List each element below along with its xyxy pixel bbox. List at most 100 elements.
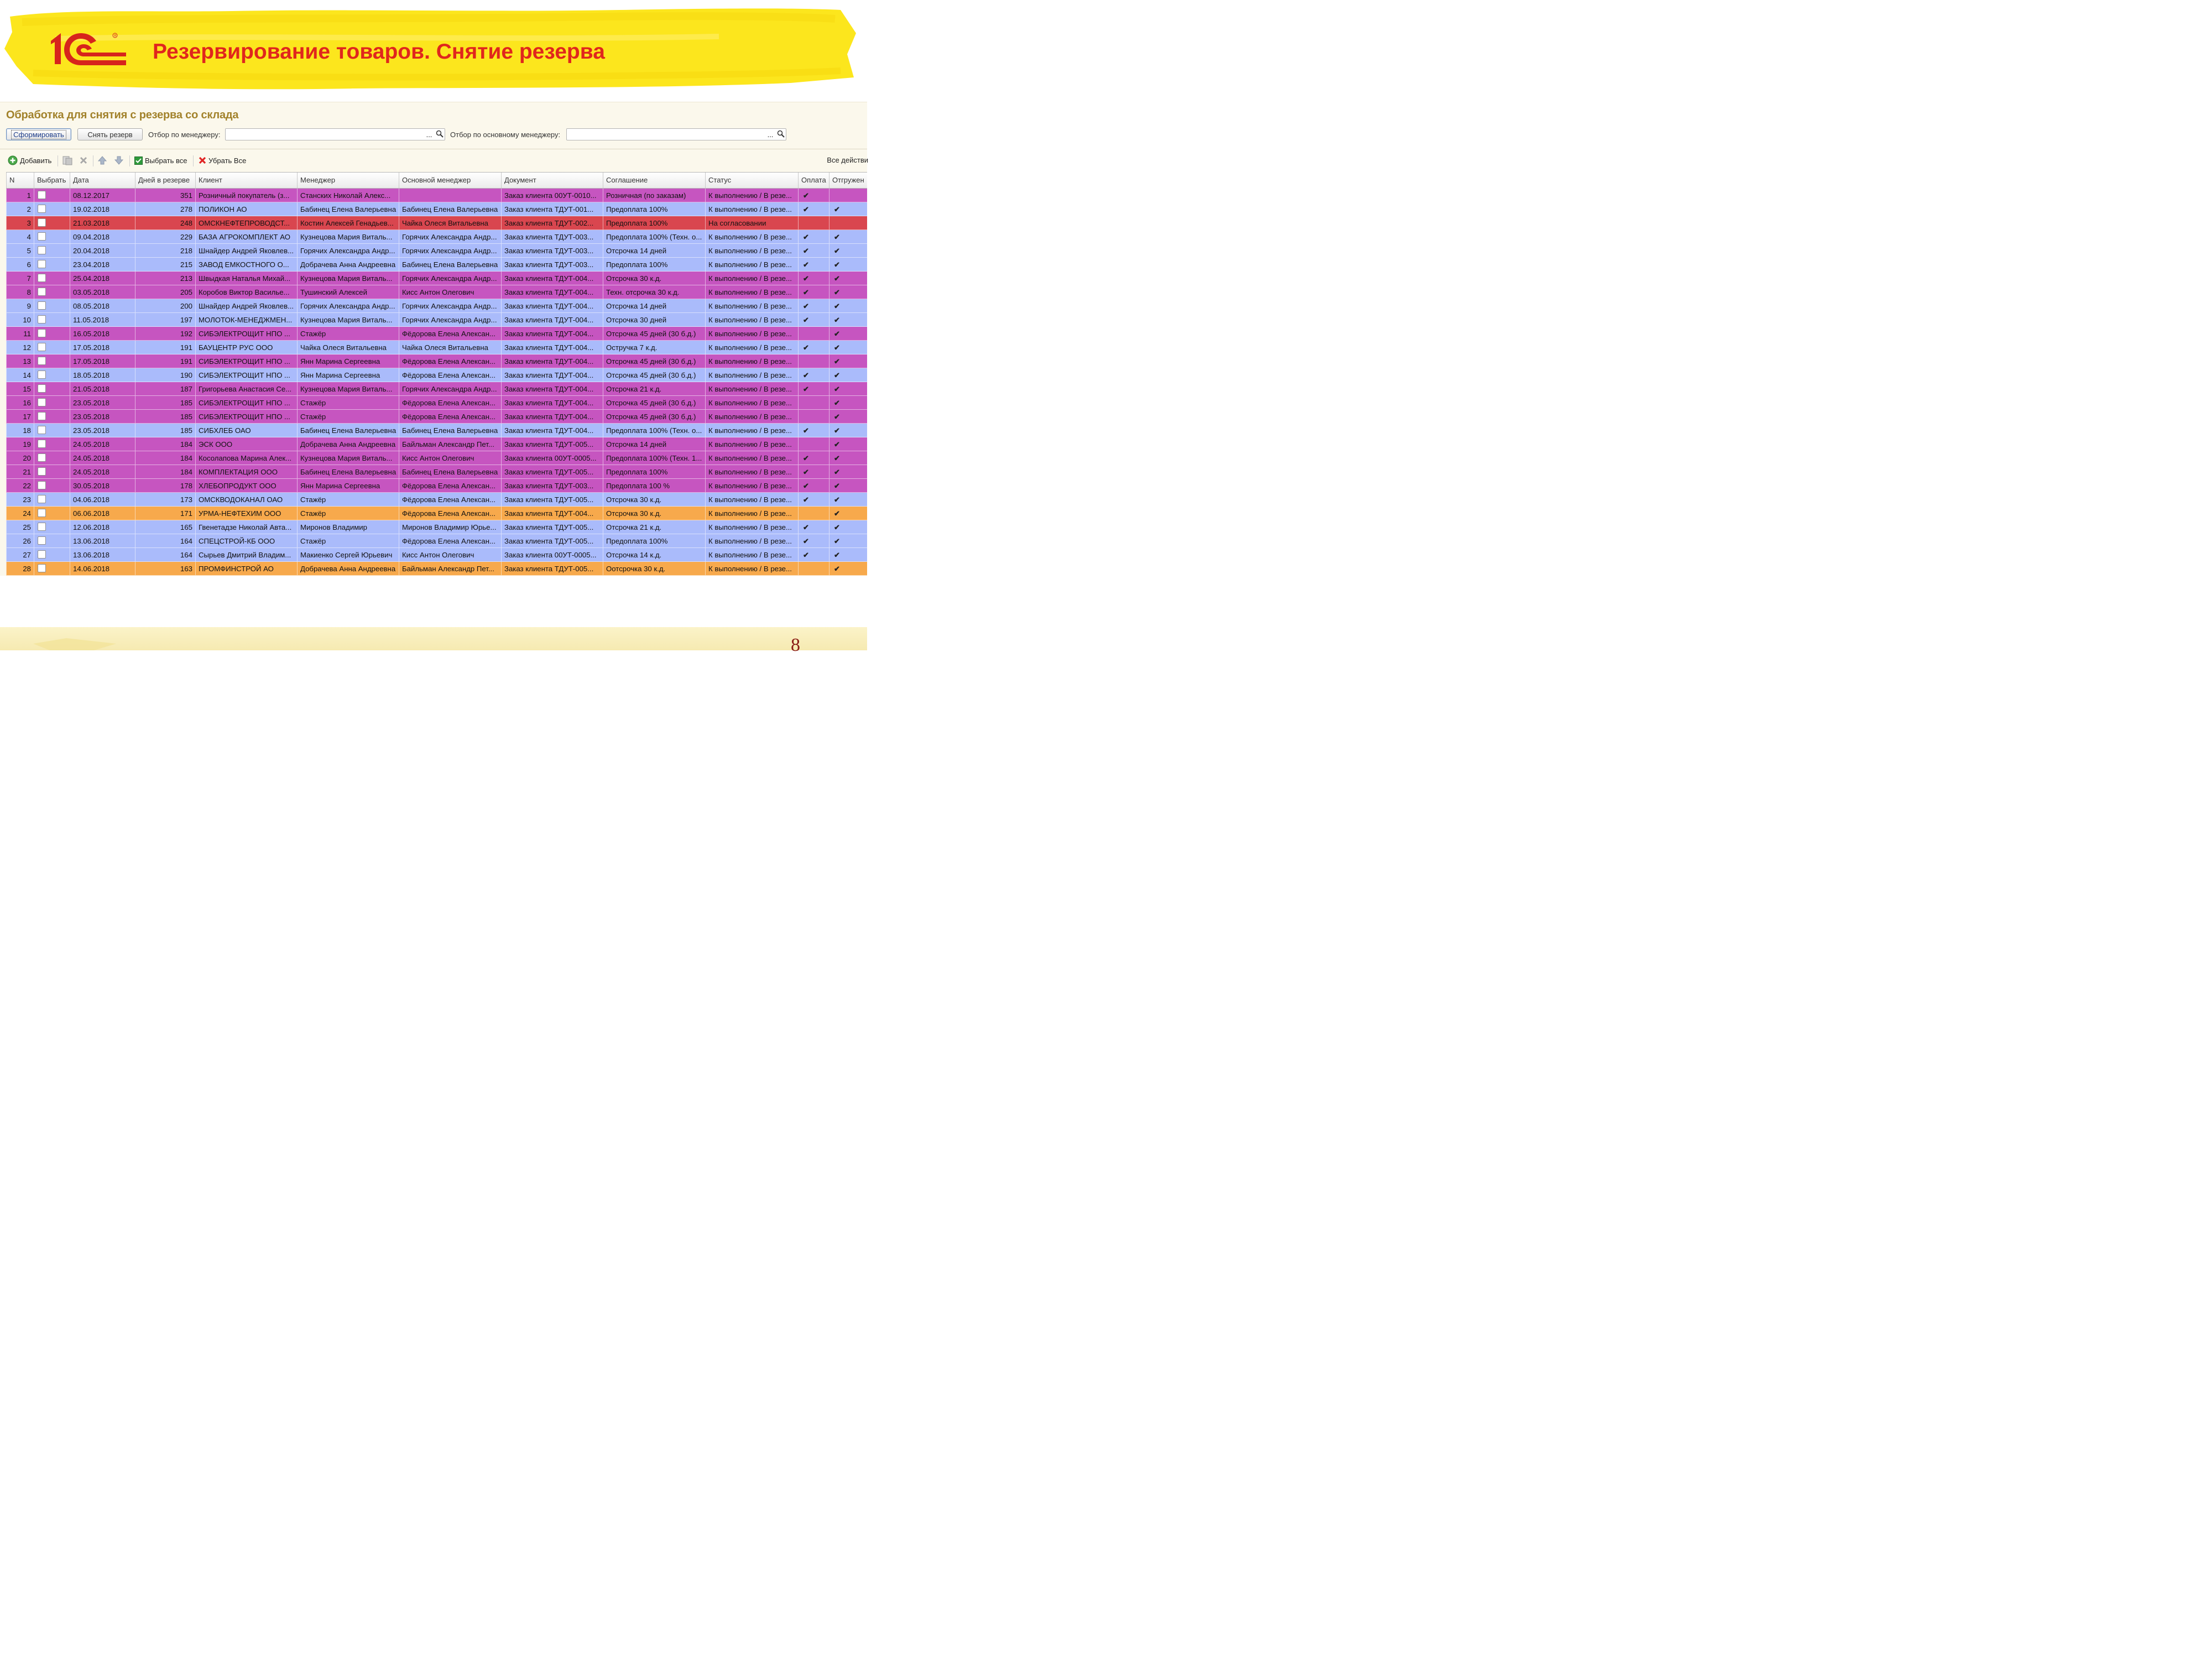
table-row[interactable]: 4 09.04.2018 229 БАЗА АГРОКОМПЛЕКТ АО Кузнец… bbox=[6, 230, 867, 244]
select-all-button[interactable]: Выбрать все bbox=[134, 153, 187, 168]
select-checkbox[interactable] bbox=[38, 550, 46, 559]
column-header[interactable]: Дней в резерве bbox=[135, 173, 195, 188]
table-row[interactable]: 3 21.03.2018 248 ОМСКНЕФТЕПРОВОДСТ... Костин… bbox=[6, 216, 867, 230]
table-row[interactable]: 1 08.12.2017 351 Розничный покупатель (з...… bbox=[6, 189, 867, 202]
select-checkbox[interactable] bbox=[38, 301, 46, 310]
table-row[interactable]: 28 14.06.2018 163 ПРОМФИНСТРОЙ АО Добрачева … bbox=[6, 562, 867, 576]
select-checkbox[interactable] bbox=[38, 509, 46, 517]
table-row[interactable]: 13 17.05.2018 191 СИБЭЛЕКТРОЩИТ НПО ... Янн … bbox=[6, 354, 867, 368]
table-row[interactable]: 27 13.06.2018 164 Сырьев Дмитрий Владим... М… bbox=[6, 548, 867, 562]
delete-button[interactable] bbox=[79, 153, 88, 168]
cell-agreement: Розничная (по заказам) bbox=[603, 189, 705, 202]
select-checkbox[interactable] bbox=[38, 536, 46, 545]
table-row[interactable]: 8 03.05.2018 205 Коробов Виктор Василье... Т… bbox=[6, 285, 867, 299]
cell-agreement: Отсрочка 14 дней bbox=[603, 437, 705, 451]
select-checkbox[interactable] bbox=[38, 246, 46, 254]
table-row[interactable]: 12 17.05.2018 191 БАУЦЕНТР РУС ООО Чайка Оле… bbox=[6, 341, 867, 354]
filter-manager-search-button[interactable] bbox=[435, 128, 445, 140]
table-row[interactable]: 18 23.05.2018 185 СИБХЛЕБ ОАО Бабинец Елена … bbox=[6, 424, 867, 437]
select-checkbox[interactable] bbox=[38, 384, 46, 393]
table-row[interactable]: 25 12.06.2018 165 Гвенетадзе Николай Авта..… bbox=[6, 520, 867, 534]
cell-document: Заказ клиента ТДУТ-004... bbox=[501, 424, 603, 437]
table-row[interactable]: 7 25.04.2018 213 Швыдкая Наталья Михай... Ку… bbox=[6, 272, 867, 285]
select-checkbox[interactable] bbox=[38, 357, 46, 365]
select-checkbox[interactable] bbox=[38, 343, 46, 351]
cell-agreement: Предоплата 100% bbox=[603, 258, 705, 272]
copy-button[interactable] bbox=[62, 153, 73, 168]
select-checkbox[interactable] bbox=[38, 329, 46, 337]
table-row[interactable]: 16 23.05.2018 185 СИБЭЛЕКТРОЩИТ НПО ... Стаж… bbox=[6, 396, 867, 410]
column-header[interactable]: Соглашение bbox=[603, 173, 705, 188]
table-row[interactable]: 26 13.06.2018 164 СПЕЦСТРОЙ-КБ ООО Стажёр Фёд… bbox=[6, 534, 867, 548]
select-checkbox[interactable] bbox=[38, 481, 46, 489]
cell-manager: Добрачева Анна Андреевна bbox=[297, 437, 399, 451]
cell-status: К выполнению / В резе... bbox=[705, 368, 798, 382]
select-checkbox[interactable] bbox=[38, 315, 46, 324]
column-header[interactable]: Дата bbox=[70, 173, 135, 188]
column-header[interactable]: Выбрать bbox=[34, 173, 70, 188]
select-checkbox[interactable] bbox=[38, 232, 46, 241]
table-row[interactable]: 9 08.05.2018 200 Шнайдер Андрей Яковлев... Г… bbox=[6, 299, 867, 313]
column-header[interactable]: Клиент bbox=[195, 173, 297, 188]
cell-paid: ✔ bbox=[798, 299, 829, 313]
select-checkbox[interactable] bbox=[38, 453, 46, 462]
table-row[interactable]: 23 04.06.2018 173 ОМСКВОДОКАНАЛ ОАО Стажёр Фё… bbox=[6, 493, 867, 507]
select-checkbox[interactable] bbox=[38, 274, 46, 282]
cell-date: 12.06.2018 bbox=[70, 520, 135, 534]
add-button[interactable]: Добавить bbox=[8, 153, 51, 168]
filter-manager-input[interactable] bbox=[225, 128, 445, 140]
select-checkbox[interactable] bbox=[38, 191, 46, 199]
select-checkbox[interactable] bbox=[38, 426, 46, 434]
filter-manager-select-button[interactable]: ... bbox=[424, 128, 434, 140]
table-row[interactable]: 20 24.05.2018 184 Косолапова Марина Алек...… bbox=[6, 451, 867, 465]
generate-button-label: Сформировать bbox=[11, 129, 66, 139]
select-checkbox[interactable] bbox=[38, 260, 46, 268]
select-checkbox[interactable] bbox=[38, 398, 46, 406]
select-checkbox[interactable] bbox=[38, 205, 46, 213]
column-header[interactable]: Статус bbox=[705, 173, 798, 188]
table-row[interactable]: 24 06.06.2018 171 УРМА-НЕФТЕХИМ ООО Стажёр Фё… bbox=[6, 507, 867, 520]
select-checkbox[interactable] bbox=[38, 218, 46, 227]
table-row[interactable]: 2 19.02.2018 278 ПОЛИКОН АО Бабинец Елена Ва… bbox=[6, 202, 867, 216]
select-checkbox[interactable] bbox=[38, 288, 46, 296]
table-row[interactable]: 15 21.05.2018 187 Григорьева Анастасия Се..… bbox=[6, 382, 867, 396]
select-checkbox[interactable] bbox=[38, 412, 46, 420]
select-checkbox[interactable] bbox=[38, 440, 46, 448]
deselect-all-button[interactable]: Убрать Все bbox=[199, 153, 246, 168]
generate-button[interactable]: Сформировать bbox=[6, 128, 71, 140]
cell-shipped: ✔ bbox=[829, 299, 867, 313]
table-row[interactable]: 11 16.05.2018 192 СИБЭЛЕКТРОЩИТ НПО ... Стаж… bbox=[6, 327, 867, 341]
table-row[interactable]: 21 24.05.2018 184 КОМПЛЕКТАЦИЯ ООО Бабинец Е… bbox=[6, 465, 867, 479]
cell-days: 191 bbox=[135, 341, 195, 354]
filter-main-manager-select-button[interactable]: ... bbox=[765, 128, 775, 140]
column-header[interactable]: N bbox=[6, 173, 34, 188]
column-header[interactable]: Документ bbox=[501, 173, 603, 188]
table-row[interactable]: 17 23.05.2018 185 СИБЭЛЕКТРОЩИТ НПО ... Стаж… bbox=[6, 410, 867, 424]
table-row[interactable]: 22 30.05.2018 178 ХЛЕБОПРОДУКТ ООО Янн Марин… bbox=[6, 479, 867, 493]
select-checkbox[interactable] bbox=[38, 564, 46, 572]
select-checkbox[interactable] bbox=[38, 467, 46, 476]
column-header[interactable]: Менеджер bbox=[297, 173, 399, 188]
column-header[interactable]: Отгружен bbox=[829, 173, 867, 188]
cell-agreement: Отсрочка 45 дней (30 б.д.) bbox=[603, 410, 705, 424]
select-checkbox[interactable] bbox=[38, 371, 46, 379]
select-checkbox[interactable] bbox=[38, 523, 46, 531]
cell-manager: Костин Алексей Генадьев... bbox=[297, 216, 399, 230]
table-row[interactable]: 5 20.04.2018 218 Шнайдер Андрей Яковлев... Г… bbox=[6, 244, 867, 258]
filter-main-manager-search-button[interactable] bbox=[776, 128, 786, 140]
table-row[interactable]: 14 18.05.2018 190 СИБЭЛЕКТРОЩИТ НПО ... Янн … bbox=[6, 368, 867, 382]
remove-reserve-button[interactable]: Снять резерв bbox=[77, 128, 143, 140]
all-actions-menu[interactable]: Все действи bbox=[827, 156, 868, 164]
table-row[interactable]: 6 23.04.2018 215 ЗАВОД ЕМКОСТНОГО О... Добра… bbox=[6, 258, 867, 272]
move-up-button[interactable] bbox=[97, 153, 107, 168]
table-row[interactable]: 19 24.05.2018 184 ЭСК ООО Добрачева Анна Анд… bbox=[6, 437, 867, 451]
cell-number: 2 bbox=[6, 202, 34, 216]
cell-agreement: Предоплата 100% bbox=[603, 534, 705, 548]
column-header[interactable]: Основной менеджер bbox=[399, 173, 501, 188]
cell-shipped: ✔ bbox=[829, 341, 867, 354]
table-row[interactable]: 10 11.05.2018 197 МОЛОТОК-МЕНЕДЖМЕН... Кузне… bbox=[6, 313, 867, 327]
column-header[interactable]: Оплата bbox=[798, 173, 829, 188]
select-checkbox[interactable] bbox=[38, 495, 46, 503]
filter-main-manager-input[interactable] bbox=[566, 128, 786, 140]
move-down-button[interactable] bbox=[114, 153, 124, 168]
